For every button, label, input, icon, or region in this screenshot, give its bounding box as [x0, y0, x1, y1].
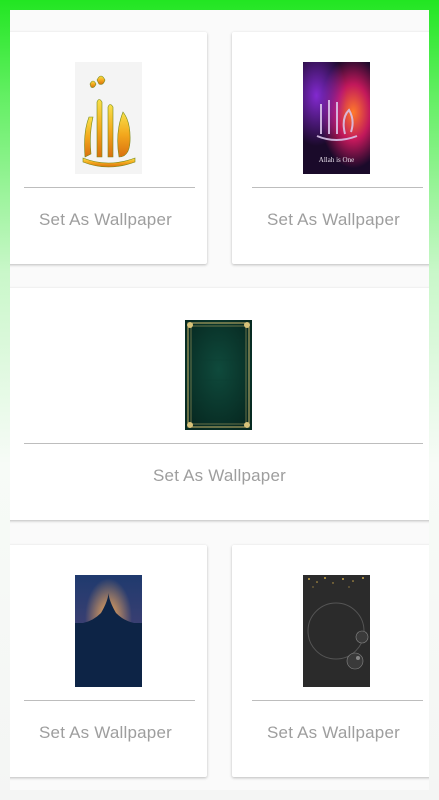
wallpaper-grid: Set As Wallpaper Allah is One Set As Wal…	[10, 10, 429, 790]
set-as-wallpaper-button[interactable]: Set As Wallpaper	[10, 210, 207, 230]
wallpaper-card: Set As Wallpaper	[10, 545, 207, 777]
wallpaper-thumbnail-allah-gold[interactable]	[75, 62, 142, 174]
set-as-wallpaper-button[interactable]: Set As Wallpaper	[10, 723, 207, 743]
set-as-wallpaper-button[interactable]: Set As Wallpaper	[232, 723, 429, 743]
wallpaper-thumbnail-mosque-dome[interactable]	[75, 575, 142, 687]
card-divider	[252, 700, 423, 701]
wallpaper-thumbnail-black-gold[interactable]	[303, 575, 370, 687]
wallpaper-card: Allah is One Set As Wallpaper	[232, 32, 429, 264]
wallpaper-thumbnail-green-frame[interactable]	[185, 320, 252, 430]
wallpaper-card: Set As Wallpaper	[10, 32, 207, 264]
set-as-wallpaper-button[interactable]: Set As Wallpaper	[232, 210, 429, 230]
wallpaper-card: Set As Wallpaper	[10, 288, 429, 520]
wallpaper-thumbnail-allah-neon[interactable]: Allah is One	[303, 62, 370, 174]
card-divider	[24, 700, 195, 701]
thumbnail-caption: Allah is One	[319, 156, 354, 164]
set-as-wallpaper-button[interactable]: Set As Wallpaper	[10, 466, 429, 486]
wallpaper-card: Set As Wallpaper	[232, 545, 429, 777]
card-divider	[24, 443, 423, 444]
card-divider	[252, 187, 423, 188]
card-divider	[24, 187, 195, 188]
